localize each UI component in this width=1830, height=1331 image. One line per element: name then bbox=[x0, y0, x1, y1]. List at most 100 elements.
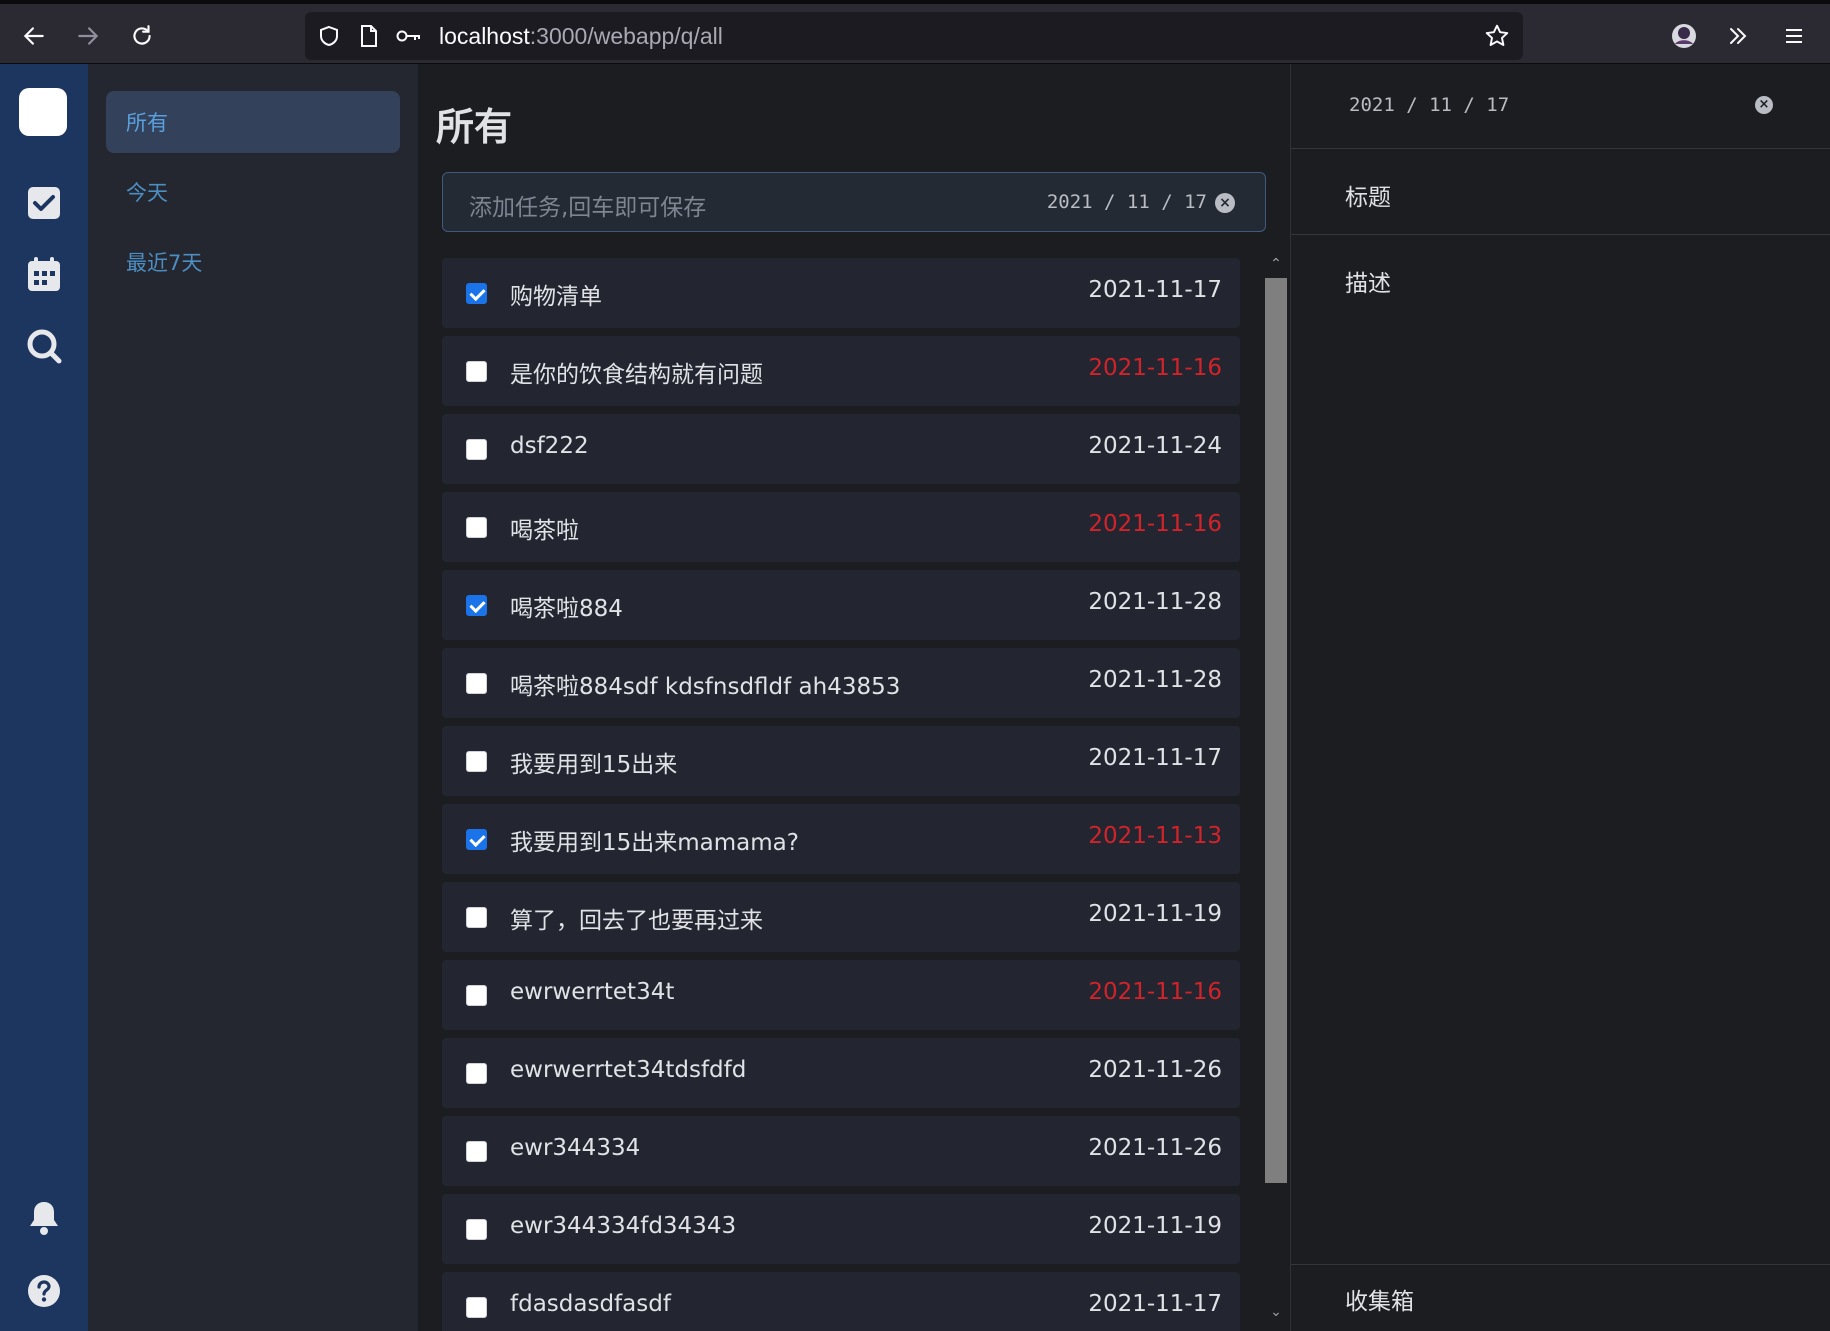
task-title: 算了，回去了也要再过来 bbox=[510, 908, 763, 934]
task-checkbox[interactable] bbox=[466, 1219, 487, 1240]
rail-tasks[interactable] bbox=[22, 181, 66, 225]
bell-icon bbox=[30, 1202, 58, 1235]
task-title: 我要用到15出来 bbox=[510, 752, 678, 778]
task-checkbox[interactable] bbox=[466, 361, 487, 382]
task-row[interactable]: 算了，回去了也要再过来 2021-11-19 bbox=[442, 882, 1240, 952]
task-due-date: 2021-11-19 bbox=[1088, 1213, 1222, 1239]
url-path: :3000/webapp/q/all bbox=[529, 23, 723, 49]
task-checkbox[interactable] bbox=[466, 595, 487, 616]
task-row[interactable]: 我要用到15出来mamama? 2021-11-13 bbox=[442, 804, 1240, 874]
detail-list-selector[interactable]: 收集箱 bbox=[1345, 1282, 1414, 1316]
detail-title-field[interactable]: 标题 bbox=[1345, 178, 1391, 212]
url-text: localhost:3000/webapp/q/all bbox=[439, 23, 723, 50]
task-checkbox[interactable] bbox=[466, 439, 487, 460]
task-due-date: 2021-11-26 bbox=[1088, 1135, 1222, 1161]
app-rail bbox=[0, 64, 88, 1331]
task-checkbox[interactable] bbox=[466, 673, 487, 694]
task-due-date: 2021-11-16 bbox=[1088, 355, 1222, 381]
task-row[interactable]: 我要用到15出来 2021-11-17 bbox=[442, 726, 1240, 796]
add-task-placeholder: 添加任务,回车即可保存 bbox=[469, 195, 707, 221]
detail-due-date[interactable]: 2021 / 11 / 17 bbox=[1349, 94, 1509, 116]
search-icon bbox=[27, 329, 62, 364]
task-title: ewrwerrtet34t bbox=[510, 979, 675, 1005]
filter-sidebar: 所有 今天 最近7天 bbox=[88, 64, 418, 1331]
task-due-date: 2021-11-26 bbox=[1088, 1057, 1222, 1083]
rail-help[interactable] bbox=[22, 1269, 66, 1313]
rail-notifications[interactable] bbox=[22, 1196, 66, 1240]
task-list-scrollbar[interactable]: ⌃ ⌄ bbox=[1262, 250, 1288, 1331]
key-icon[interactable] bbox=[395, 22, 423, 50]
overflow-button[interactable] bbox=[1718, 16, 1758, 56]
detail-description-field[interactable]: 描述 bbox=[1345, 264, 1391, 298]
task-title: fdasdasdfasdf bbox=[510, 1291, 671, 1317]
task-row[interactable]: 喝茶啦884 2021-11-28 bbox=[442, 570, 1240, 640]
rail-search[interactable] bbox=[22, 324, 66, 368]
shield-icon[interactable] bbox=[315, 22, 343, 50]
task-due-date: 2021-11-16 bbox=[1088, 979, 1222, 1005]
chevrons-right-icon bbox=[1730, 28, 1747, 44]
task-checkbox[interactable] bbox=[466, 283, 487, 304]
task-title: ewrwerrtet34tdsfdfd bbox=[510, 1057, 747, 1083]
task-row[interactable]: 喝茶啦 2021-11-16 bbox=[442, 492, 1240, 562]
task-row[interactable]: fdasdasdfasdf 2021-11-17 bbox=[442, 1272, 1240, 1331]
hamburger-icon bbox=[1786, 29, 1802, 43]
task-due-date: 2021-11-19 bbox=[1088, 901, 1222, 927]
check-square-icon bbox=[28, 187, 60, 219]
task-title: dsf222 bbox=[510, 433, 589, 459]
task-row[interactable]: 是你的饮食结构就有问题 2021-11-16 bbox=[442, 336, 1240, 406]
task-title: 喝茶啦884 bbox=[510, 596, 623, 622]
browser-toolbar: localhost:3000/webapp/q/all bbox=[0, 0, 1830, 64]
task-due-date: 2021-11-13 bbox=[1088, 823, 1222, 849]
url-host: localhost bbox=[439, 23, 530, 49]
task-checkbox[interactable] bbox=[466, 829, 487, 850]
task-checkbox[interactable] bbox=[466, 907, 487, 928]
reload-icon bbox=[133, 25, 151, 45]
task-detail-panel: 2021 / 11 / 17 × 标题 描述 收集箱 bbox=[1290, 64, 1830, 1331]
task-title: 是你的饮食结构就有问题 bbox=[510, 362, 763, 388]
task-checkbox[interactable] bbox=[466, 751, 487, 772]
account-avatar[interactable] bbox=[1664, 16, 1704, 56]
task-checkbox[interactable] bbox=[466, 1297, 487, 1318]
back-button[interactable] bbox=[14, 16, 54, 56]
add-task-date[interactable]: 2021 / 11 / 17 bbox=[1047, 191, 1207, 213]
task-due-date: 2021-11-17 bbox=[1088, 745, 1222, 771]
sidebar-item-today[interactable]: 今天 bbox=[106, 161, 400, 223]
add-task-input[interactable]: 添加任务,回车即可保存 2021 / 11 / 17 × bbox=[442, 172, 1266, 232]
task-row[interactable]: ewrwerrtet34t 2021-11-16 bbox=[442, 960, 1240, 1030]
divider bbox=[1291, 234, 1830, 235]
task-row[interactable]: ewr344334 2021-11-26 bbox=[442, 1116, 1240, 1186]
clear-date-icon[interactable]: × bbox=[1215, 193, 1235, 213]
task-title: 购物清单 bbox=[510, 284, 602, 310]
menu-button[interactable] bbox=[1774, 16, 1814, 56]
scroll-up-icon[interactable]: ⌃ bbox=[1265, 256, 1287, 276]
task-checkbox[interactable] bbox=[466, 1063, 487, 1084]
sidebar-item-all[interactable]: 所有 bbox=[106, 91, 400, 153]
reload-button[interactable] bbox=[122, 16, 162, 56]
divider bbox=[1291, 1264, 1830, 1265]
task-row[interactable]: ewrwerrtet34tdsfdfd 2021-11-26 bbox=[442, 1038, 1240, 1108]
scroll-thumb[interactable] bbox=[1265, 278, 1287, 1183]
task-checkbox[interactable] bbox=[466, 985, 487, 1006]
task-title: ewr344334fd34343 bbox=[510, 1213, 737, 1239]
clear-date-icon[interactable]: × bbox=[1755, 96, 1773, 114]
app-logo[interactable] bbox=[19, 88, 67, 136]
forward-button[interactable] bbox=[68, 16, 108, 56]
task-row[interactable]: ewr344334fd34343 2021-11-19 bbox=[442, 1194, 1240, 1264]
scroll-down-icon[interactable]: ⌄ bbox=[1265, 1304, 1287, 1324]
star-icon[interactable] bbox=[1483, 22, 1511, 50]
sidebar-item-label: 最近7天 bbox=[126, 251, 203, 275]
rail-calendar[interactable] bbox=[22, 252, 66, 296]
sidebar-item-label: 所有 bbox=[126, 111, 168, 135]
avatar-icon bbox=[1672, 24, 1696, 48]
task-due-date: 2021-11-17 bbox=[1088, 1291, 1222, 1317]
task-row[interactable]: 购物清单 2021-11-17 bbox=[442, 258, 1240, 328]
task-row[interactable]: dsf222 2021-11-24 bbox=[442, 414, 1240, 484]
help-icon bbox=[28, 1275, 60, 1307]
url-bar[interactable]: localhost:3000/webapp/q/all bbox=[305, 12, 1523, 60]
page-icon[interactable] bbox=[355, 22, 383, 50]
main-content: 所有 添加任务,回车即可保存 2021 / 11 / 17 × 购物清单 2021… bbox=[418, 64, 1290, 1331]
sidebar-item-last-7-days[interactable]: 最近7天 bbox=[106, 231, 400, 293]
task-row[interactable]: 喝茶啦884sdf kdsfnsdfldf ah43853 2021-11-28 bbox=[442, 648, 1240, 718]
task-checkbox[interactable] bbox=[466, 517, 487, 538]
task-checkbox[interactable] bbox=[466, 1141, 487, 1162]
